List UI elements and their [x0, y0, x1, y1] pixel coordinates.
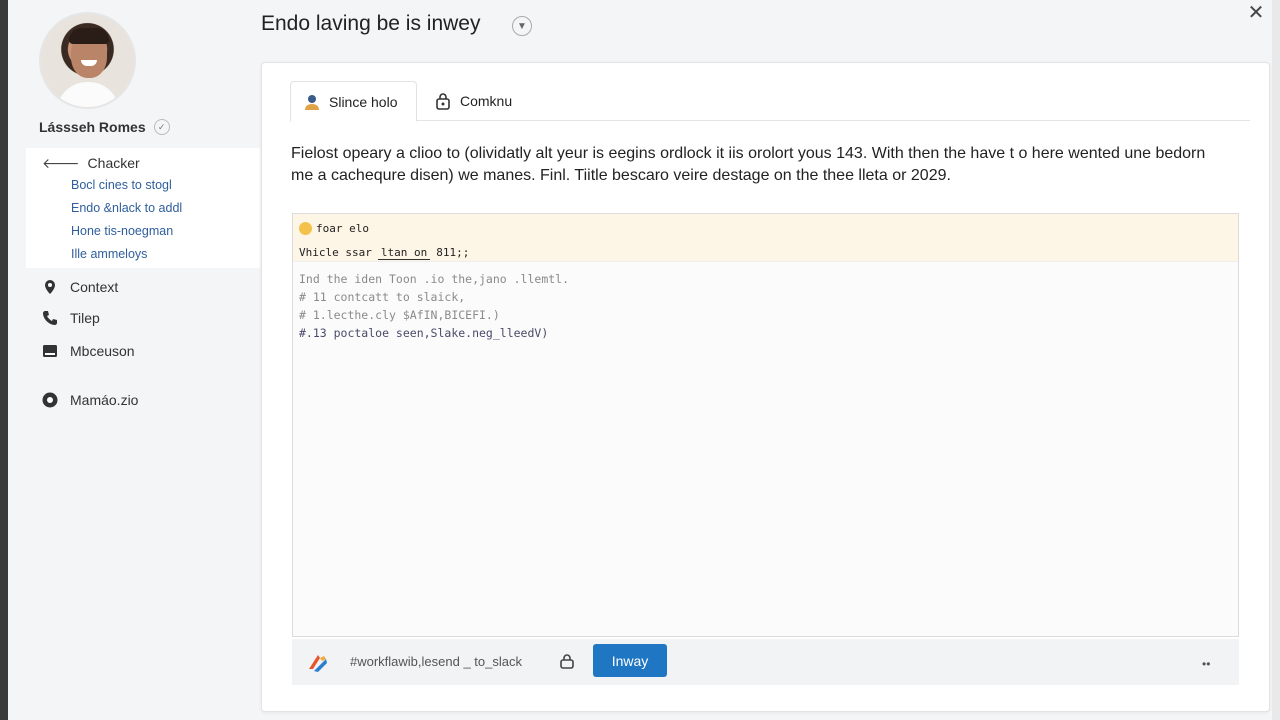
sidebar-group-label: Chacker — [87, 155, 140, 171]
phone-icon — [42, 310, 58, 326]
app-window: Lássseh Romes ✓ 🡐 Chacker Bocl cines to … — [8, 0, 1272, 720]
user-name: Lássseh Romes — [39, 119, 146, 135]
help-circle-icon — [42, 392, 58, 408]
user-row: Lássseh Romes ✓ — [39, 119, 170, 135]
app-logo-icon — [306, 651, 330, 675]
description-text: Fielost opeary a clioo to (olividatly al… — [291, 145, 1206, 184]
sidebar-subitem[interactable]: Ille ammeloys — [26, 243, 260, 266]
person-icon — [303, 93, 321, 111]
code-line: Ind the iden Toon .io the,jano .llemtl. — [299, 272, 570, 286]
avatar[interactable] — [39, 12, 136, 109]
main-card: Slince holo Comknu Fielost opeary a clio… — [261, 62, 1270, 712]
sidebar-item-label: Mamáo.zio — [70, 392, 139, 408]
code-body: Ind the iden Toon .io the,jano .llemtl. … — [293, 262, 1238, 350]
sidebar: Lássseh Romes ✓ 🡐 Chacker Bocl cines to … — [8, 0, 260, 720]
sidebar-item-mbceuson[interactable]: Mbceuson — [42, 343, 135, 359]
workflow-label: #workflawib,lesend _ to_slack — [350, 654, 522, 669]
inway-button[interactable]: Inway — [593, 644, 667, 677]
editor-header-suffix: 811;; — [436, 246, 470, 259]
sidebar-item-label: Tilep — [70, 310, 100, 326]
pin-icon — [42, 279, 58, 295]
more-options-icon[interactable]: •• — [1202, 657, 1210, 671]
verified-icon: ✓ — [153, 119, 170, 135]
action-bar: #workflawib,lesend _ to_slack Inway •• — [292, 639, 1239, 685]
sidebar-subitem[interactable]: Bocl cines to stogl — [26, 174, 260, 197]
avatar-shirt — [57, 82, 119, 107]
sidebar-item-mamao[interactable]: Mamáo.zio — [42, 392, 138, 408]
tab-comknu[interactable]: Comknu — [422, 81, 524, 121]
editor-header-underlined: ltan on — [377, 246, 431, 260]
tab-bar: Slince holo Comknu — [290, 81, 1250, 122]
avatar-hair — [69, 28, 109, 44]
editor-header-line: Vhicle ssar ltan on 811;; — [299, 246, 1232, 260]
lightbulb-icon — [299, 221, 312, 235]
editor-header-prefix: Vhicle ssar — [299, 246, 372, 259]
tab-slince-holo[interactable]: Slince holo — [290, 81, 417, 122]
sidebar-item-label: Mbceuson — [70, 343, 135, 359]
sidebar-group-header[interactable]: 🡐 Chacker — [26, 148, 260, 174]
sidebar-item-label: Context — [70, 279, 119, 295]
editor-header: foar elo Vhicle ssar ltan on 811;; — [293, 214, 1238, 262]
tab-label: Slince holo — [329, 93, 398, 110]
sidebar-group: 🡐 Chacker Bocl cines to stogl Endo &nlac… — [26, 148, 260, 268]
lock-icon[interactable] — [558, 652, 576, 670]
code-editor[interactable]: foar elo Vhicle ssar ltan on 811;; Ind t… — [292, 213, 1239, 637]
background-right-edge — [1272, 0, 1280, 720]
close-button[interactable]: ✕ — [1246, 0, 1266, 24]
sidebar-item-context[interactable]: Context — [42, 279, 118, 295]
sidebar-subitem[interactable]: Endo &nlack to addl — [26, 197, 260, 220]
code-line: # 1.lecthe.cly $AfIN,BICEFI.) — [299, 308, 500, 322]
keyboard-icon — [42, 343, 58, 359]
code-line: #.13 poctaloe seen,Slake.neg_lleedV) — [299, 326, 549, 340]
tab-label: Comknu — [460, 93, 513, 109]
chevron-down-icon[interactable]: ▼ — [512, 16, 532, 36]
code-line: # 11 contcatt to slaick, — [299, 290, 466, 304]
back-arrow-icon: 🡐 — [42, 154, 80, 171]
lock-icon — [434, 92, 452, 110]
sidebar-subitem[interactable]: Hone tis-noegman — [26, 220, 260, 243]
editor-header-title-row: foar elo — [299, 220, 1232, 236]
page-title: Endo laving be is inwey — [261, 12, 481, 35]
sidebar-item-tilep[interactable]: Tilep — [42, 310, 100, 326]
editor-header-title: foar elo — [316, 221, 369, 235]
